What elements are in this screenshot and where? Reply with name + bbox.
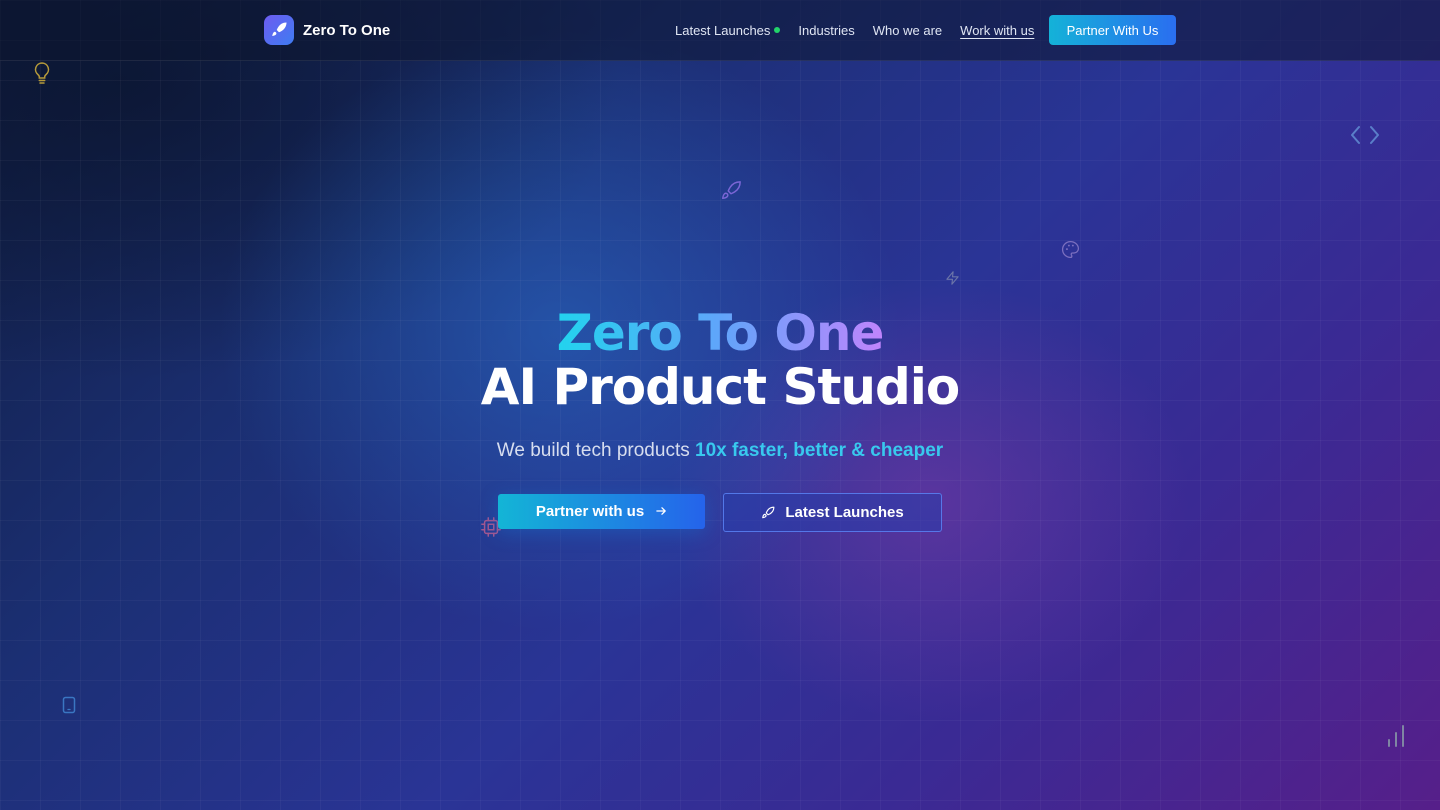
nav-item-industries[interactable]: Industries <box>798 23 854 38</box>
hero-title-line1: Zero To One <box>556 304 885 362</box>
hero-title: Zero To One AI Product Studio <box>0 306 1440 414</box>
rocket-icon <box>761 506 775 520</box>
brand-name: Zero To One <box>303 21 391 39</box>
palette-icon <box>1062 240 1080 259</box>
nav-item-latest-launches[interactable]: Latest Launches <box>675 22 781 38</box>
latest-launches-button[interactable]: Latest Launches <box>723 493 942 532</box>
hero-title-line2: AI Product Studio <box>480 358 960 416</box>
rocket-icon <box>264 15 294 45</box>
partner-with-us-button[interactable]: Partner with us <box>498 494 705 529</box>
live-indicator-dot <box>774 27 781 33</box>
button-label: Partner with us <box>535 503 645 520</box>
tagline-prefix: We build tech products <box>496 440 695 461</box>
arrow-right-icon <box>656 505 667 519</box>
nav-item-work-with-us[interactable]: Work with us <box>960 23 1034 38</box>
hero-tagline: We build tech products 10x faster, bette… <box>0 440 1440 462</box>
tagline-highlight: 10x faster, better & cheaper <box>695 440 944 461</box>
nav-links: Latest Launches Industries Who we are Wo… <box>675 15 1034 45</box>
top-navigation: Zero To One Latest Launches Industries W… <box>0 0 1440 61</box>
button-label: Latest Launches <box>785 504 904 521</box>
partner-with-us-nav-button[interactable]: Partner With Us <box>1049 15 1176 45</box>
bar-chart-icon <box>1388 725 1404 747</box>
mobile-phone-icon <box>62 696 76 714</box>
code-brackets-icon <box>1351 126 1379 144</box>
lightning-icon <box>946 271 959 285</box>
brand-link[interactable]: Zero To One <box>264 15 390 45</box>
nav-item-who-we-are[interactable]: Who we are <box>873 23 942 38</box>
nav-item-label: Latest Launches <box>675 22 771 38</box>
rocket-icon <box>722 181 741 200</box>
lightbulb-icon <box>34 62 50 84</box>
